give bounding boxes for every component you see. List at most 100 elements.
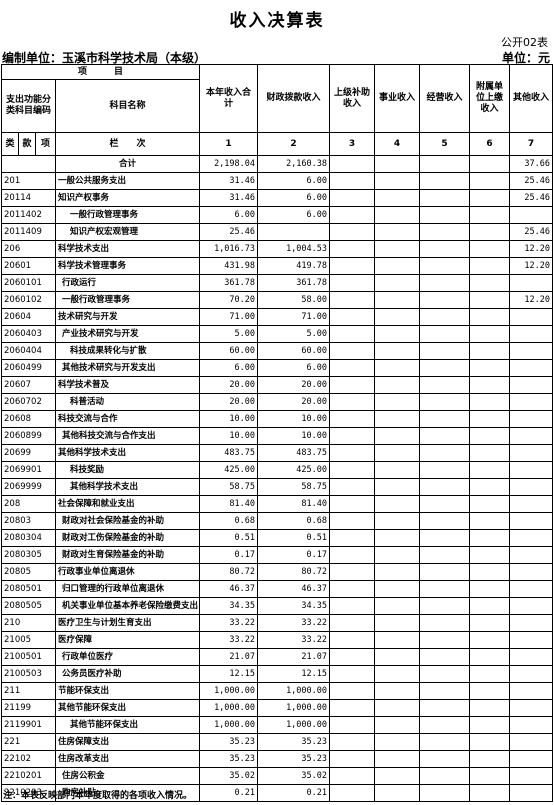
cell-col5 xyxy=(419,444,471,462)
cell-col4 xyxy=(374,733,421,751)
cell-col4 xyxy=(374,461,421,479)
cell-col6 xyxy=(469,733,511,751)
cell-col7 xyxy=(509,478,554,496)
cell-col5 xyxy=(419,393,471,411)
col-header-3: 上级补助收入 xyxy=(329,64,376,133)
cell-col1: 0.68 xyxy=(199,512,259,530)
cell-col3 xyxy=(329,155,376,173)
row-name: 其他节能环保支出 xyxy=(54,716,201,734)
cell-col1: 20.00 xyxy=(199,376,259,394)
cell-col3 xyxy=(329,767,376,785)
cell-col6 xyxy=(469,461,511,479)
cell-col6 xyxy=(469,240,511,258)
code-header: 支出功能分类科目编码 xyxy=(1,79,56,133)
cell-col2: 60.00 xyxy=(257,342,331,360)
col-header-4: 事业收入 xyxy=(374,64,421,133)
row-code: 2060403 xyxy=(1,325,56,343)
table-row: 2060702 科普活动 20.00 20.00 xyxy=(1,393,554,411)
cell-col6 xyxy=(469,359,511,377)
cell-col1: 10.00 xyxy=(199,410,259,428)
cell-col2: 483.75 xyxy=(257,444,331,462)
income-table: 项 目 本年收入合计 财政拨款收入 上级补助收入 事业收入 经营收入 附属单位上… xyxy=(0,64,554,802)
cell-col1: 0.17 xyxy=(199,546,259,564)
cell-col5 xyxy=(419,512,471,530)
cell-col4 xyxy=(374,478,421,496)
row-code: 20604 xyxy=(1,308,56,326)
cell-col2: 34.35 xyxy=(257,597,331,615)
cell-col7 xyxy=(509,342,554,360)
row-code: 21005 xyxy=(1,631,56,649)
table-row: 2060101 行政运行 361.78 361.78 xyxy=(1,274,554,292)
table-row: 2080505 机关事业单位基本养老保险缴费支出 34.35 34.35 xyxy=(1,597,554,615)
cell-col4 xyxy=(374,512,421,530)
cell-col6 xyxy=(469,478,511,496)
cell-col7 xyxy=(509,495,554,513)
row-name: 技术研究与开发 xyxy=(54,308,201,326)
row-code: 211 xyxy=(1,682,56,700)
cell-col4 xyxy=(374,665,421,683)
row-code: 2069999 xyxy=(1,478,56,496)
cell-col1: 10.00 xyxy=(199,427,259,445)
table-row: 201 一般公共服务支出 31.46 6.00 25.46 xyxy=(1,172,554,190)
row-code: 20608 xyxy=(1,410,56,428)
cell-col3 xyxy=(329,376,376,394)
form-number: 公开02表 xyxy=(501,36,548,49)
col-header-1: 本年收入合计 xyxy=(199,64,259,133)
table-row: 2080304 财政对工伤保险基金的补助 0.51 0.51 xyxy=(1,529,554,547)
cell-col4 xyxy=(374,155,421,173)
cell-col5 xyxy=(419,325,471,343)
cell-col5 xyxy=(419,631,471,649)
table-row: 208 社会保障和就业支出 81.40 81.40 xyxy=(1,495,554,513)
table-row: 210 医疗卫生与计划生育支出 33.22 33.22 xyxy=(1,614,554,632)
row-code: 20805 xyxy=(1,563,56,581)
cell-col5 xyxy=(419,495,471,513)
cell-col1: 58.75 xyxy=(199,478,259,496)
cell-col4 xyxy=(374,648,421,666)
cell-col3 xyxy=(329,308,376,326)
row-code: 2060404 xyxy=(1,342,56,360)
cell-col1: 6.00 xyxy=(199,359,259,377)
row-name: 知识产权事务 xyxy=(54,189,201,207)
cell-col2: 1,004.53 xyxy=(257,240,331,258)
cell-col4 xyxy=(374,223,421,241)
table-row: 2060403 产业技术研究与开发 5.00 5.00 xyxy=(1,325,554,343)
cell-col2: 6.00 xyxy=(257,359,331,377)
row-name: 一般行政管理事务 xyxy=(54,291,201,309)
cell-col3 xyxy=(329,206,376,224)
cell-col6 xyxy=(469,444,511,462)
cell-col5 xyxy=(419,580,471,598)
cell-col3 xyxy=(329,461,376,479)
cell-col6 xyxy=(469,257,511,275)
cell-col7 xyxy=(509,461,554,479)
row-code: 2060702 xyxy=(1,393,56,411)
cell-col1: 31.46 xyxy=(199,172,259,190)
cell-col7 xyxy=(509,563,554,581)
cell-col2: 425.00 xyxy=(257,461,331,479)
project-header: 项 目 xyxy=(0,64,201,80)
cell-col2: 58.00 xyxy=(257,291,331,309)
cell-col3 xyxy=(329,648,376,666)
cell-col1: 33.22 xyxy=(199,614,259,632)
cell-col6 xyxy=(469,189,511,207)
table-row: 20699 其他科学技术支出 483.75 483.75 xyxy=(1,444,554,462)
table-row: 20601 科学技术管理事务 431.98 419.78 12.20 xyxy=(1,257,554,275)
cell-col5 xyxy=(419,359,471,377)
row-name: 科普活动 xyxy=(54,393,201,411)
row-code: 2060101 xyxy=(1,274,56,292)
cell-col1: 5.00 xyxy=(199,325,259,343)
cell-col2: 6.00 xyxy=(257,189,331,207)
table-row: 20604 技术研究与开发 71.00 71.00 xyxy=(1,308,554,326)
col-num-2: 2 xyxy=(257,132,331,156)
row-code: 2060499 xyxy=(1,359,56,377)
col-num-3: 3 xyxy=(329,132,376,156)
cell-col3 xyxy=(329,699,376,717)
row-code xyxy=(1,155,56,173)
table-row: 20607 科学技术普及 20.00 20.00 xyxy=(1,376,554,394)
cell-col5 xyxy=(419,682,471,700)
cell-col3 xyxy=(329,325,376,343)
table-row: 2119901 其他节能环保支出 1,000.00 1,000.00 xyxy=(1,716,554,734)
table-row: 2060404 科技成果转化与扩散 60.00 60.00 xyxy=(1,342,554,360)
cell-col5 xyxy=(419,342,471,360)
cell-col4 xyxy=(374,529,421,547)
cell-col3 xyxy=(329,495,376,513)
